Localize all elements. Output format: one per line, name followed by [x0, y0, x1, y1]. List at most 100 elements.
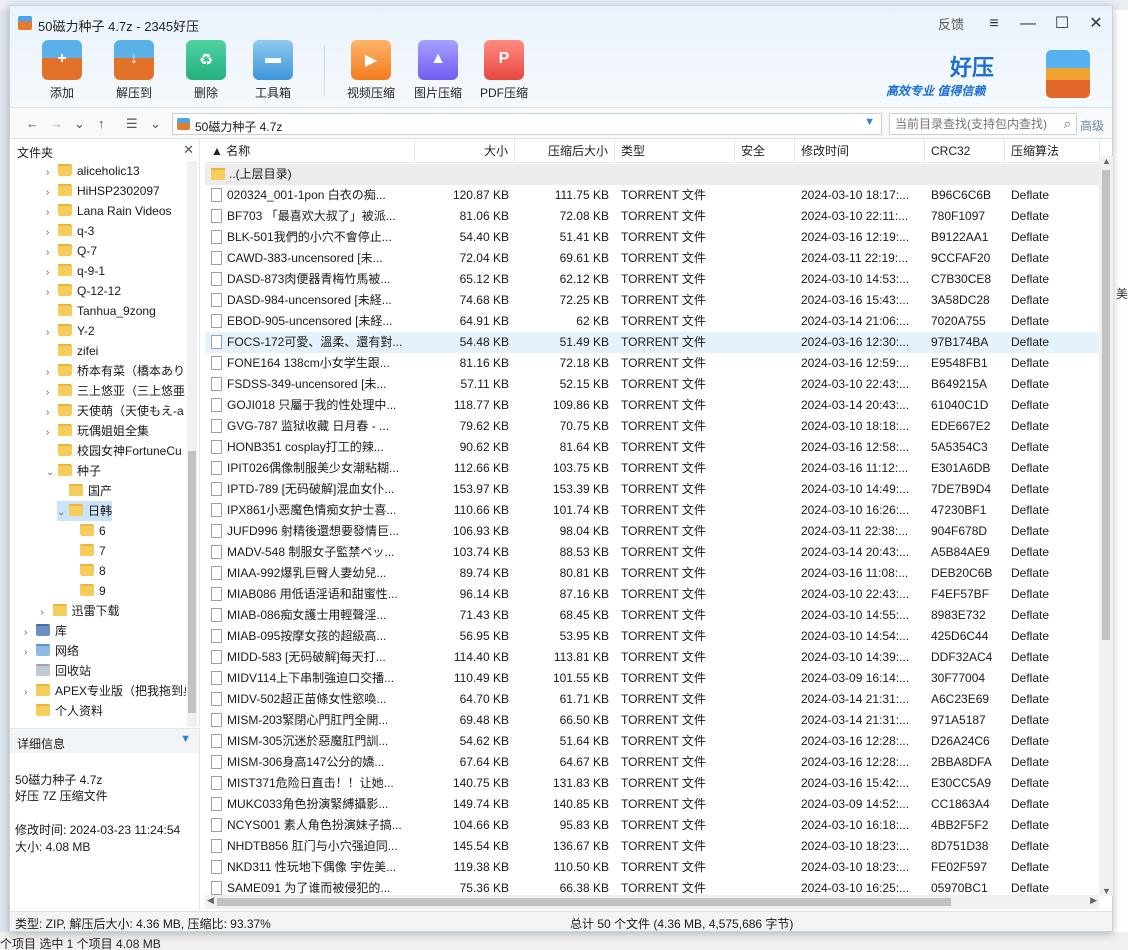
table-row[interactable]: CAWD-383-uncensored [未... 72.04 KB 69.61 K…: [205, 248, 1100, 269]
table-row[interactable]: MIDV114上下串制強迫口交播... 110.49 KB 101.55 KB TOR…: [205, 668, 1100, 689]
expand-arrow-icon[interactable]: ⌄: [46, 463, 58, 483]
list-horizontal-scrollbar[interactable]: ◀ ▶: [205, 895, 1099, 909]
minimize-icon[interactable]: —: [1020, 15, 1036, 32]
table-row[interactable]: IPTD-789 [无码破解]混血女仆... 153.97 KB 153.39 KB…: [205, 479, 1100, 500]
expand-arrow-icon[interactable]: ›: [46, 323, 58, 343]
table-row[interactable]: NCYS001 素人角色扮演妹子搞... 104.66 KB 95.83 KB TOR…: [205, 815, 1100, 836]
column-security[interactable]: 安全: [735, 139, 795, 163]
tree-item[interactable]: 9: [68, 581, 106, 601]
table-row[interactable]: MIDV-502超正苗條女性慾喚... 64.70 KB 61.71 KB TORRE…: [205, 689, 1100, 710]
history-dropdown-icon[interactable]: ⌄: [74, 116, 85, 132]
tree-item[interactable]: › Q-7: [46, 241, 97, 261]
column-packed-size[interactable]: 压缩后大小: [515, 139, 615, 163]
table-row[interactable]: SAME091 为了谁而被侵犯的... 75.36 KB 66.38 KB TORRE…: [205, 878, 1100, 895]
tree-item[interactable]: › 迅雷下载: [41, 601, 120, 621]
table-row[interactable]: MIAB-086痴女護士用輕聲淫... 71.43 KB 68.45 KB TORRE…: [205, 605, 1100, 626]
add-button[interactable]: + 添加: [32, 40, 92, 101]
close-panel-icon[interactable]: ✕: [183, 142, 194, 158]
tree-item[interactable]: › Lana Rain Videos: [46, 201, 172, 221]
table-row[interactable]: FSDSS-349-uncensored [未... 57.11 KB 52.15 …: [205, 374, 1100, 395]
table-row[interactable]: EBOD-905-uncensored [未経... 64.91 KB 62 KB T…: [205, 311, 1100, 332]
back-arrow-icon[interactable]: ←: [26, 116, 39, 131]
tree-item[interactable]: › 网络: [24, 641, 79, 661]
search-input[interactable]: [890, 114, 1050, 134]
list-vscroll-thumb[interactable]: [1102, 170, 1110, 640]
table-row[interactable]: BLK-501我們的小穴不會停止... 54.40 KB 51.41 KB TORRE…: [205, 227, 1100, 248]
table-row[interactable]: NHDTB856 肛门与小穴强迫同... 145.54 KB 136.67 KB TO…: [205, 836, 1100, 857]
table-row[interactable]: FOCS-172可愛、溫柔、還有對... 54.48 KB 51.49 KB TORR…: [205, 332, 1100, 353]
pdf-compress-button[interactable]: P PDF压缩: [474, 40, 534, 101]
tree-item[interactable]: › 库: [24, 621, 67, 641]
table-row[interactable]: MIDD-583 [无码破解]每天打... 114.40 KB 113.81 KB T…: [205, 647, 1100, 668]
parent-directory-row[interactable]: ..(上层目录): [205, 164, 1100, 185]
table-row[interactable]: DASD-984-uncensored [未経... 74.68 KB 72.25 …: [205, 290, 1100, 311]
video-compress-button[interactable]: ▶ 视频压缩: [341, 40, 401, 101]
address-dropdown-icon[interactable]: ▼: [864, 116, 875, 128]
table-row[interactable]: MIAB-095按摩女孩的超級高... 56.95 KB 53.95 KB TORRE…: [205, 626, 1100, 647]
tree-item[interactable]: › 桥本有菜（橋本ありな: [46, 361, 186, 381]
expand-arrow-icon[interactable]: ›: [46, 283, 58, 303]
tree-item[interactable]: › 玩偶姐姐全集: [46, 421, 149, 441]
expand-arrow-icon[interactable]: ›: [46, 223, 58, 243]
tree-item[interactable]: ⌄ 种子: [46, 461, 101, 481]
expand-arrow-icon[interactable]: ›: [46, 203, 58, 223]
scroll-right-icon[interactable]: ▶: [1090, 895, 1097, 906]
tree-item[interactable]: › q-9-1: [46, 261, 105, 281]
table-row[interactable]: MUKC033角色扮演緊縛攝影... 149.74 KB 140.85 KB TORR…: [205, 794, 1100, 815]
table-row[interactable]: MIAB086 用低语淫语和甜蜜性... 96.14 KB 87.16 KB TORR…: [205, 584, 1100, 605]
list-hscroll-thumb[interactable]: [217, 898, 951, 906]
tree-item[interactable]: 7: [68, 541, 106, 561]
table-row[interactable]: MISM-305沉迷於惡魔肛門訓... 54.62 KB 51.64 KB TORRE…: [205, 731, 1100, 752]
tree-item[interactable]: 6: [68, 521, 106, 541]
table-row[interactable]: GOJI018 只屬于我的性处理中... 118.77 KB 109.86 KB TO…: [205, 395, 1100, 416]
tree-item[interactable]: › Q-12-12: [46, 281, 121, 301]
table-row[interactable]: HONB351 cosplay打工的辣... 90.62 KB 81.64 KB TO…: [205, 437, 1100, 458]
expand-arrow-icon[interactable]: ›: [41, 603, 53, 623]
view-dropdown-icon[interactable]: ⌄: [150, 116, 161, 132]
expand-arrow-icon[interactable]: ⌄: [57, 503, 69, 523]
expand-arrow-icon[interactable]: ›: [46, 183, 58, 203]
extract-button[interactable]: ↓ 解压到: [104, 40, 164, 101]
tree-item[interactable]: › aliceholic13: [46, 161, 140, 181]
table-row[interactable]: 020324_001-1pon 白衣の痴... 120.87 KB 111.75 K…: [205, 185, 1100, 206]
expand-arrow-icon[interactable]: ›: [24, 623, 36, 643]
column-name[interactable]: ▲ 名称: [205, 139, 415, 163]
table-row[interactable]: MISM-306身高147公分的嬌... 67.64 KB 64.67 KB TORR…: [205, 752, 1100, 773]
list-vertical-scrollbar[interactable]: ▲ ▼: [1099, 156, 1113, 896]
advanced-search-button[interactable]: 高级: [1080, 117, 1104, 134]
column-crc32[interactable]: CRC32: [925, 139, 1005, 163]
forward-arrow-icon[interactable]: →: [50, 116, 63, 131]
tree-item[interactable]: › HiHSP2302097: [46, 181, 160, 201]
tree-item[interactable]: ⌄ 日韩: [57, 501, 113, 523]
expand-arrow-icon[interactable]: ›: [24, 643, 36, 663]
table-row[interactable]: BF703 「最喜欢大叔了」被派... 81.06 KB 72.08 KB TORRE…: [205, 206, 1100, 227]
scroll-up-icon[interactable]: ▲: [1102, 156, 1111, 166]
image-compress-button[interactable]: ▲ 图片压缩: [408, 40, 468, 101]
close-icon[interactable]: ✕: [1088, 15, 1104, 32]
table-row[interactable]: JUFD996 射精後還想要發情巨... 106.93 KB 98.04 KB TOR…: [205, 521, 1100, 542]
expand-arrow-icon[interactable]: ›: [46, 243, 58, 263]
details-header[interactable]: 详细信息 ▼: [10, 729, 199, 753]
tree-scrollbar[interactable]: [187, 161, 197, 727]
tree-item[interactable]: › APEX专业版（把我拖到桌: [24, 681, 186, 701]
table-row[interactable]: IPIT026偶像制服美少女潮粘糊... 112.66 KB 103.75 KB TO…: [205, 458, 1100, 479]
table-row[interactable]: GVG-787 监狱收藏 日月春 - ... 79.62 KB 70.75 KB TO…: [205, 416, 1100, 437]
expand-arrow-icon[interactable]: ›: [24, 683, 36, 703]
scroll-left-icon[interactable]: ◀: [207, 895, 214, 906]
search-icon[interactable]: ⌕: [1064, 116, 1071, 132]
menu-icon[interactable]: ≡: [986, 15, 1002, 32]
address-input[interactable]: 50磁力种子 4.7z ▼: [172, 113, 882, 135]
column-type[interactable]: 类型: [615, 139, 735, 163]
view-mode-icon[interactable]: ☰: [126, 116, 138, 132]
scroll-down-icon[interactable]: ▼: [1102, 886, 1111, 896]
column-modified[interactable]: 修改时间: [795, 139, 925, 163]
delete-button[interactable]: ♻ 删除: [176, 40, 236, 101]
tree-item[interactable]: › 三上悠亚（三上悠亜: [46, 381, 185, 401]
expand-arrow-icon[interactable]: ›: [46, 363, 58, 383]
expand-arrow-icon[interactable]: ›: [46, 403, 58, 423]
table-row[interactable]: MISM-203緊閉心門肛門全開... 69.48 KB 66.50 KB TORRE…: [205, 710, 1100, 731]
table-row[interactable]: NKD311 性玩地下偶像 宇佐美... 119.38 KB 110.50 KB TO…: [205, 857, 1100, 878]
feedback-button[interactable]: 反馈: [938, 14, 964, 33]
expand-arrow-icon[interactable]: ›: [46, 423, 58, 443]
search-field[interactable]: ⌕: [889, 113, 1077, 135]
